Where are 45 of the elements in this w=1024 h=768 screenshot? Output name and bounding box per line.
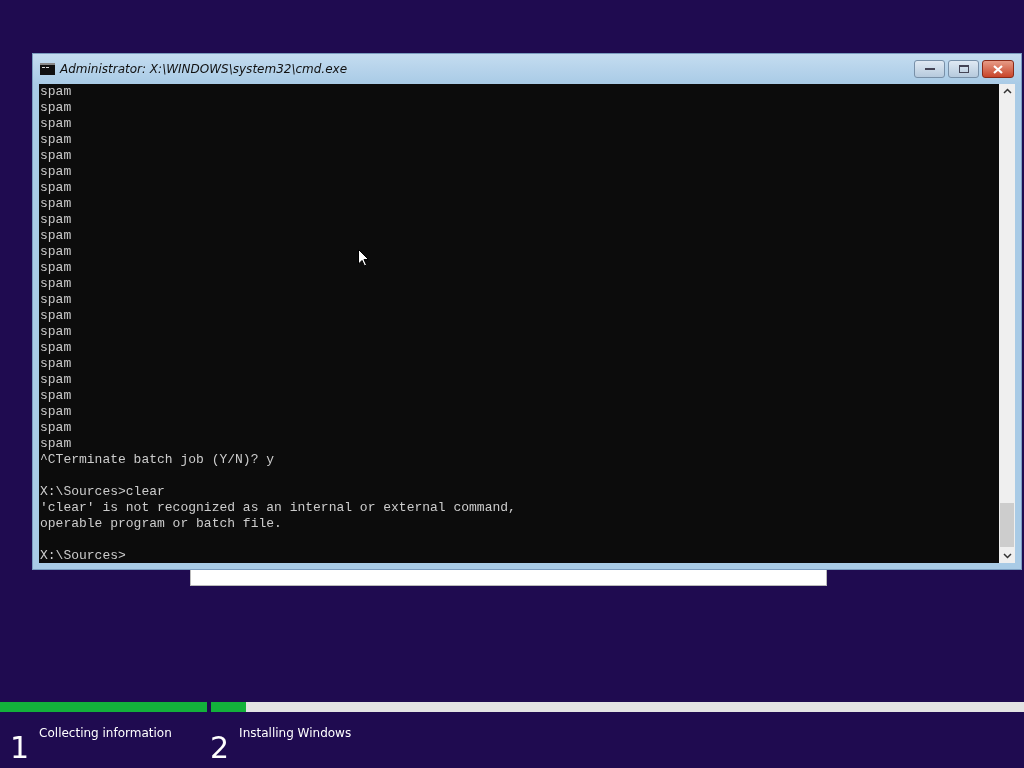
scroll-down-icon <box>1002 553 1012 559</box>
console-line: X:\Sources> <box>40 548 126 563</box>
console-line: spam <box>40 324 72 340</box>
scroll-thumb[interactable] <box>1000 503 1014 547</box>
console-line: spam <box>40 180 72 196</box>
console-line: spam <box>40 132 72 148</box>
console-line: spam <box>40 116 72 132</box>
console-line: 'clear' is not recognized as an internal or external command, <box>40 500 516 516</box>
console-line: spam <box>40 372 72 388</box>
step-label: Collecting information <box>39 726 172 740</box>
window-title: Administrator: X:\WINDOWS\system32\cmd.exe <box>60 62 348 76</box>
close-button[interactable] <box>982 60 1014 78</box>
console-line: spam <box>40 228 72 244</box>
mouse-pointer-icon <box>358 249 369 267</box>
console-line: spam <box>40 100 72 116</box>
console-line: spam <box>40 292 72 308</box>
console-line: spam <box>40 420 72 436</box>
console-line: spam <box>40 212 72 228</box>
maximize-icon <box>958 65 969 73</box>
console-line: spam <box>40 436 72 452</box>
console-line: X:\Sources>clear <box>40 484 165 500</box>
scroll-up-icon <box>1002 88 1012 94</box>
console-line: operable program or batch file. <box>40 516 282 532</box>
console-line: spam <box>40 356 72 372</box>
console-line: spam <box>40 388 72 404</box>
console-line: spam <box>40 404 72 420</box>
maximize-button[interactable] <box>948 60 979 78</box>
step-number: 2 <box>210 732 230 764</box>
scrollbar[interactable] <box>999 84 1015 563</box>
step-number: 1 <box>10 732 30 764</box>
minimize-button[interactable] <box>914 60 945 78</box>
close-icon <box>993 64 1003 74</box>
step-label: Installing Windows <box>239 726 352 740</box>
minimize-icon <box>924 67 935 71</box>
console-line: spam <box>40 84 72 100</box>
console-icon <box>40 63 55 75</box>
console-line: spam <box>40 276 72 292</box>
console-line: spam <box>40 164 72 180</box>
console-line: ^CTerminate batch job (Y/N)? y <box>40 452 275 468</box>
console-line: spam <box>40 148 72 164</box>
console-line: spam <box>40 244 72 260</box>
console-line: spam <box>40 308 72 324</box>
console-line: spam <box>40 340 72 356</box>
console-line: spam <box>40 196 72 212</box>
console-line: spam <box>40 260 72 276</box>
